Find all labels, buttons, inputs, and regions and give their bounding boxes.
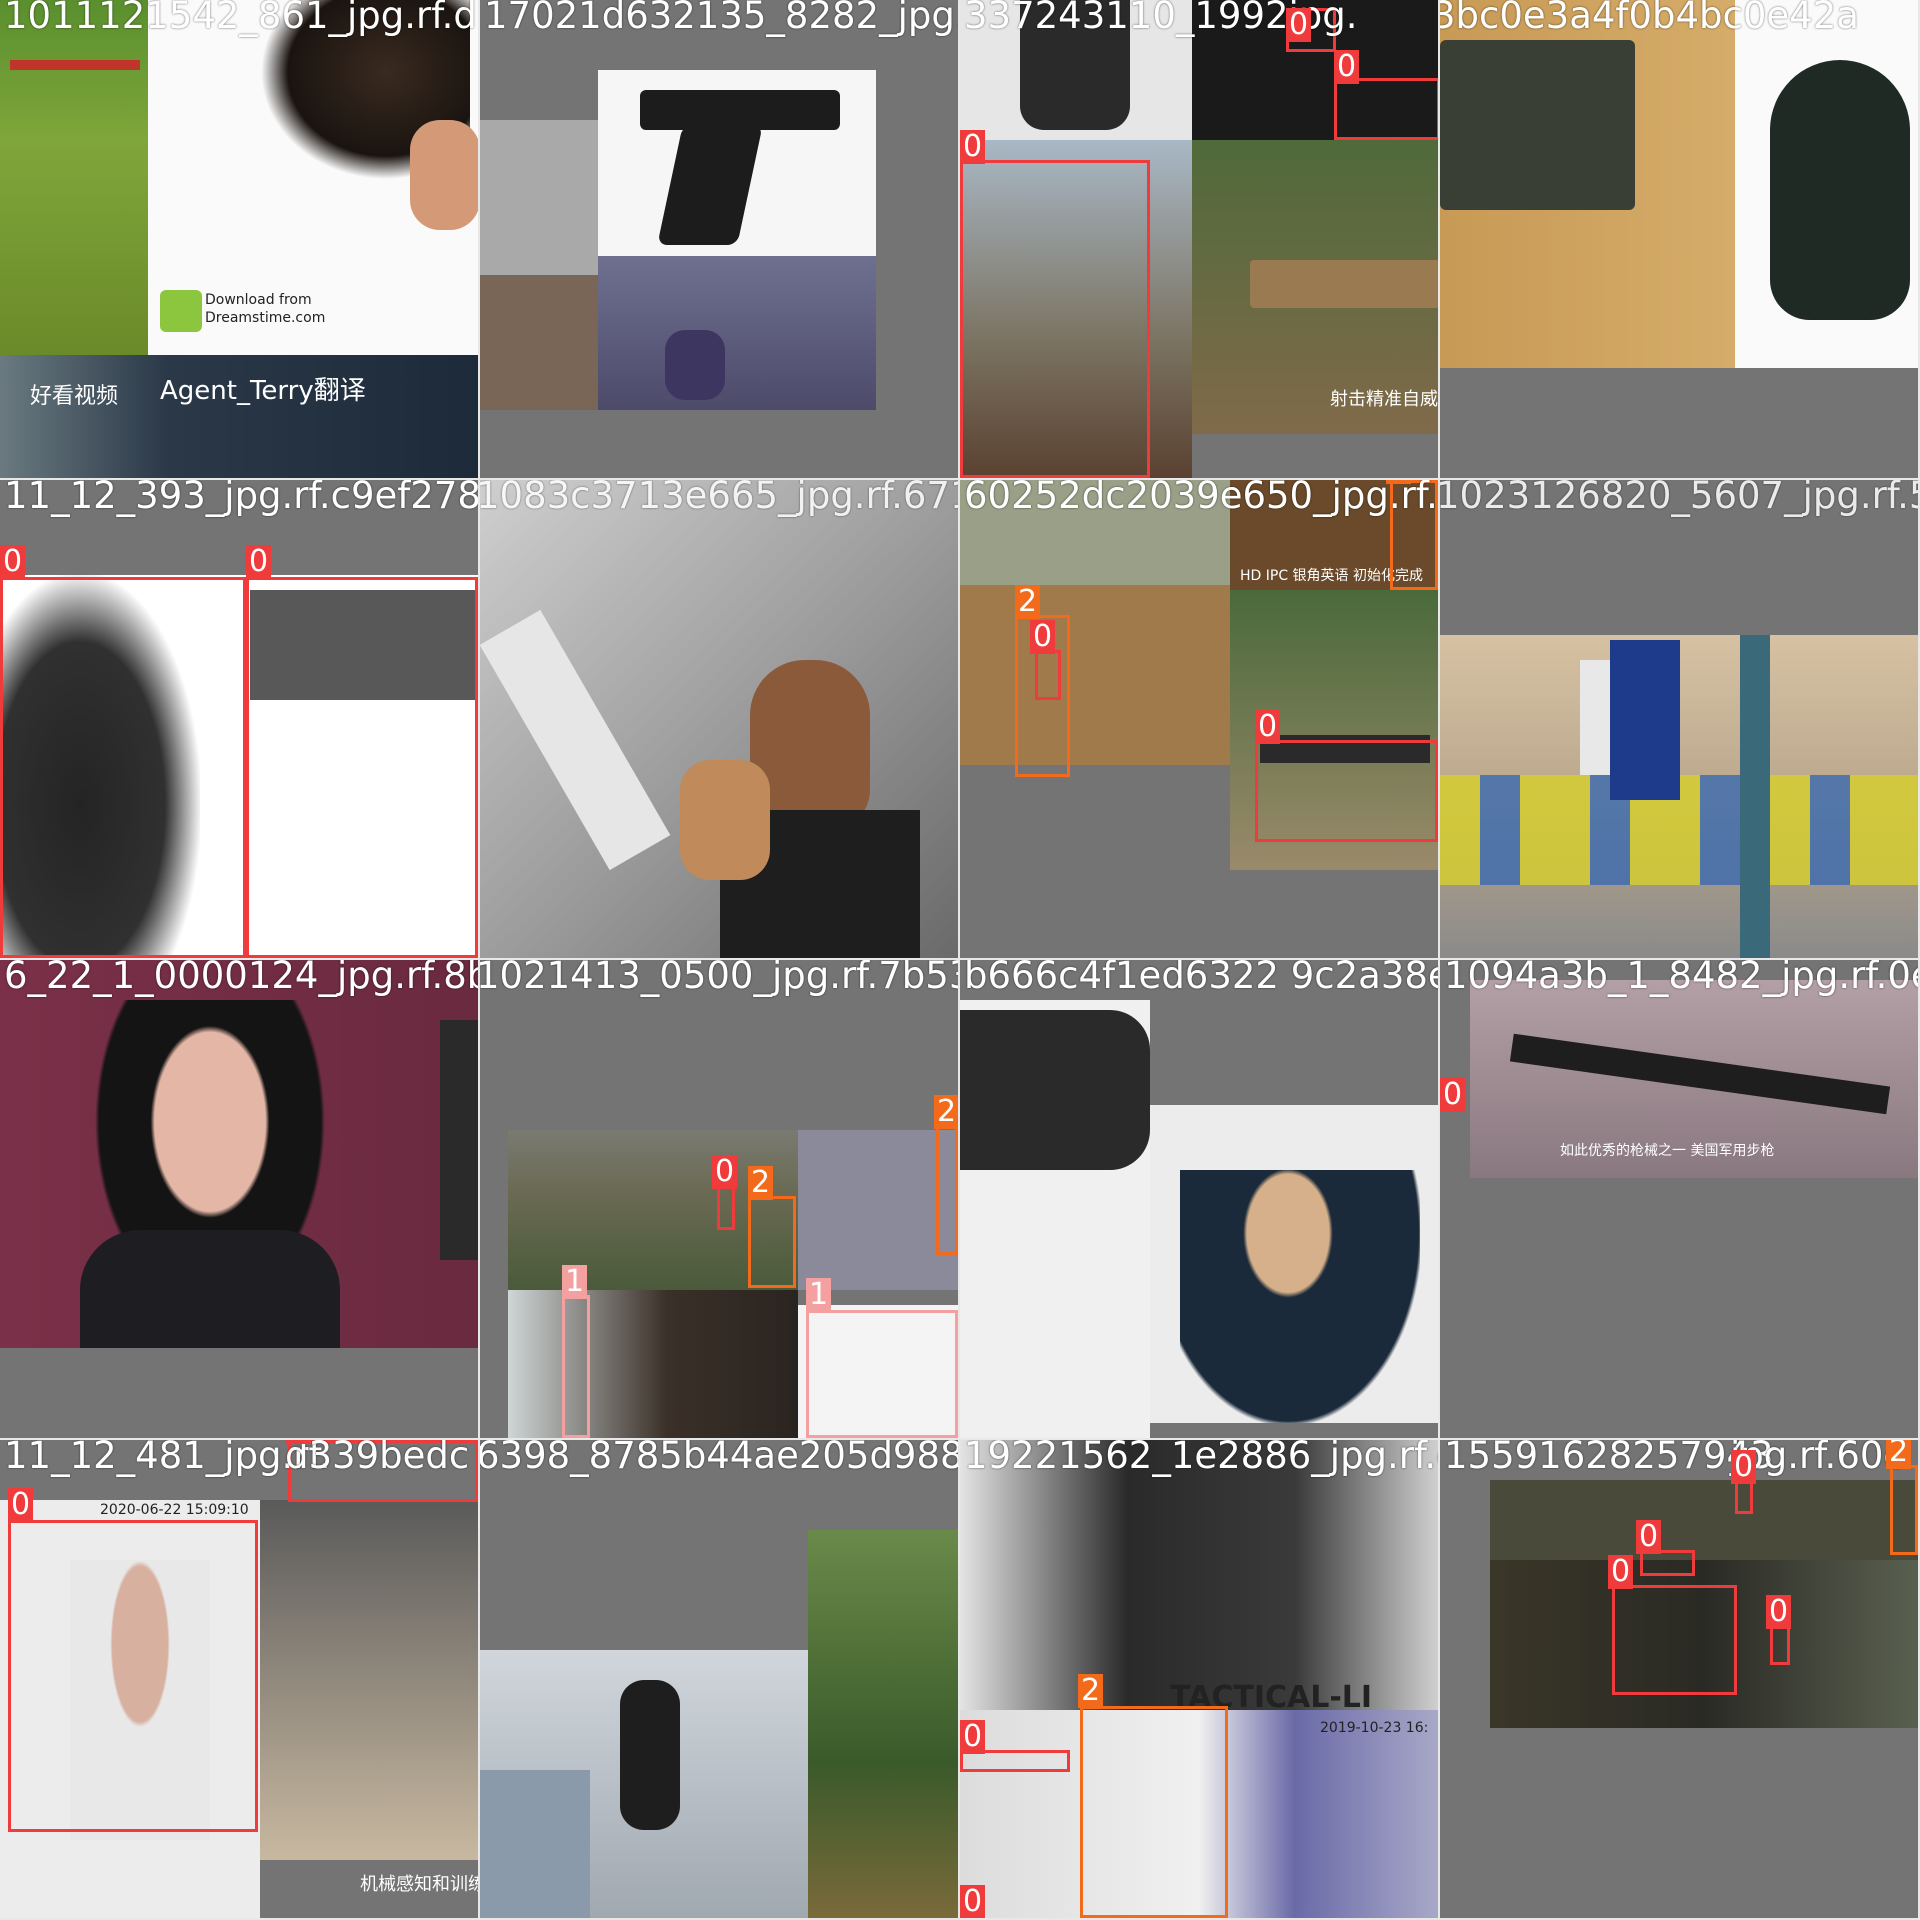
filename-label: 6_22_1_0000124_jpg.rf.8b2d: [4, 960, 478, 997]
overlay-text: 好看视频: [30, 384, 119, 409]
tile-13: 2020-06-22 15:09:10 机械感知和训练 0 0 11_12_48…: [0, 1440, 480, 1920]
filename-label: 6398_8785b44ae205d98810: [480, 1440, 958, 1477]
filename-label: 11_12_481_jpg.rf.: [4, 1440, 331, 1477]
overlay-text: 如此优秀的枪械之一 美国军用步枪: [1560, 1143, 1775, 1159]
box-label: 0: [0, 545, 26, 579]
mosaic-grid: Download from Dreamstime.com 好看视频 Agent_…: [0, 0, 1920, 1920]
box-label: 0: [1636, 1520, 1662, 1554]
tile-8: 1023126820_5607_jpg.rf.50a: [1440, 480, 1920, 960]
filename-label: b666c4f1ed6322 9c2a38e9c: [964, 960, 1438, 997]
filename-label: 15591628257943: [1444, 1440, 1774, 1477]
overlay-text: Agent_Terry翻译: [160, 376, 366, 406]
filename-label: 1021413_0500_jpg.rf.7b53: [480, 960, 960, 997]
box-label: 0: [246, 545, 272, 579]
box-label: 0: [1731, 1450, 1757, 1484]
box-label: 0: [1608, 1555, 1634, 1589]
filename-label: jpg.rf.60e: [1730, 1440, 1907, 1477]
tile-10: 0 2 2 1 1 1021413_0500_jpg.rf.7b53: [480, 960, 960, 1440]
box-label: 0: [712, 1155, 738, 1189]
tile-9: 6_22_1_0000124_jpg.rf.8b2d: [0, 960, 480, 1440]
filename-label: 1023126820_5607_jpg.rf.50a: [1440, 480, 1918, 517]
filename-label: 1011121542_861_jpg.rf.d59: [4, 0, 480, 37]
filename-label: d339bedc: [285, 1440, 470, 1477]
tile-4: 3bc0e3a4f0b4bc0e42a: [1440, 0, 1920, 480]
overlay-text: 射击精准自威力: [1330, 389, 1438, 410]
tile-5: 0 0 11_12_393_jpg.rf.c9ef278db: [0, 480, 480, 960]
filename-label: 1083c3713e665_jpg.rf.671: [480, 480, 960, 517]
overlay-text: Download from: [205, 292, 312, 308]
box-label: 2: [1078, 1674, 1104, 1708]
filename-label: 1094a3b_1_8482_jpg.rf.0e97: [1444, 960, 1918, 997]
filename-label: 11_12_393_jpg.rf.c9ef278db: [4, 480, 480, 517]
overlay-text: Dreamstime.com: [205, 310, 326, 326]
filename-label: 60252dc2039e650_jpg.rf.e3fb: [964, 480, 1438, 517]
filename-label: 3bc0e3a4f0b4bc0e42a: [1440, 0, 1859, 37]
tile-12: 如此优秀的枪械之一 美国军用步枪 0 1094a3b_1_8482_jpg.rf…: [1440, 960, 1920, 1440]
box-label: 1: [562, 1265, 588, 1299]
overlay-text: 2020-06-22 15:09:10: [100, 1502, 249, 1518]
box-label: 0: [8, 1488, 34, 1522]
box-label: 0: [1766, 1595, 1792, 1629]
filename-label: 19221562_1e2886_jpg.rf.d9d: [964, 1440, 1438, 1477]
box-label: 0: [1286, 8, 1312, 42]
box-label: 2: [934, 1095, 958, 1129]
box-label: 2: [1015, 585, 1041, 619]
box-label: 2: [748, 1166, 774, 1200]
box-label: 0: [1334, 50, 1360, 84]
overlay-text: 机械感知和训练: [360, 1874, 480, 1895]
tile-2: 17021d632135_8282_jpg.rf.2ca: [480, 0, 960, 480]
tile-6: 1083c3713e665_jpg.rf.671: [480, 480, 960, 960]
tile-11: b666c4f1ed6322 9c2a38e9c: [960, 960, 1440, 1440]
tile-14: 6398_8785b44ae205d98810: [480, 1440, 960, 1920]
box-label: 0: [286, 1440, 312, 1444]
tile-16: 0 0 0 0 2 15591628257943 jpg.rf.60e: [1440, 1440, 1920, 1920]
filename-label: 17021d632135_8282_jpg.rf.2ca: [484, 0, 958, 37]
box-label: 2: [1386, 480, 1412, 484]
tile-15: TACTICAL-LI 2019-10-23 16: 2 0 0 1922156…: [960, 1440, 1440, 1920]
tile-1: Download from Dreamstime.com 好看视频 Agent_…: [0, 0, 480, 480]
box-label: 0: [1030, 620, 1056, 654]
box-label: 0: [960, 1885, 986, 1918]
box-label: 1: [806, 1278, 832, 1312]
box-label: 2: [1886, 1440, 1912, 1469]
overlay-text: 2019-10-23 16:: [1320, 1720, 1429, 1736]
box-label: 0: [1440, 1078, 1466, 1112]
box-label: 0: [1255, 710, 1281, 744]
box-label: 0: [960, 1720, 986, 1754]
box-label: 0: [960, 130, 986, 164]
tile-3: 射击精准自威力 0 0 0 337243110_1992jpg.: [960, 0, 1440, 480]
tile-7: HD IPC 银角英语 初始化完成 2 2 0 0 60252dc2039e65…: [960, 480, 1440, 960]
